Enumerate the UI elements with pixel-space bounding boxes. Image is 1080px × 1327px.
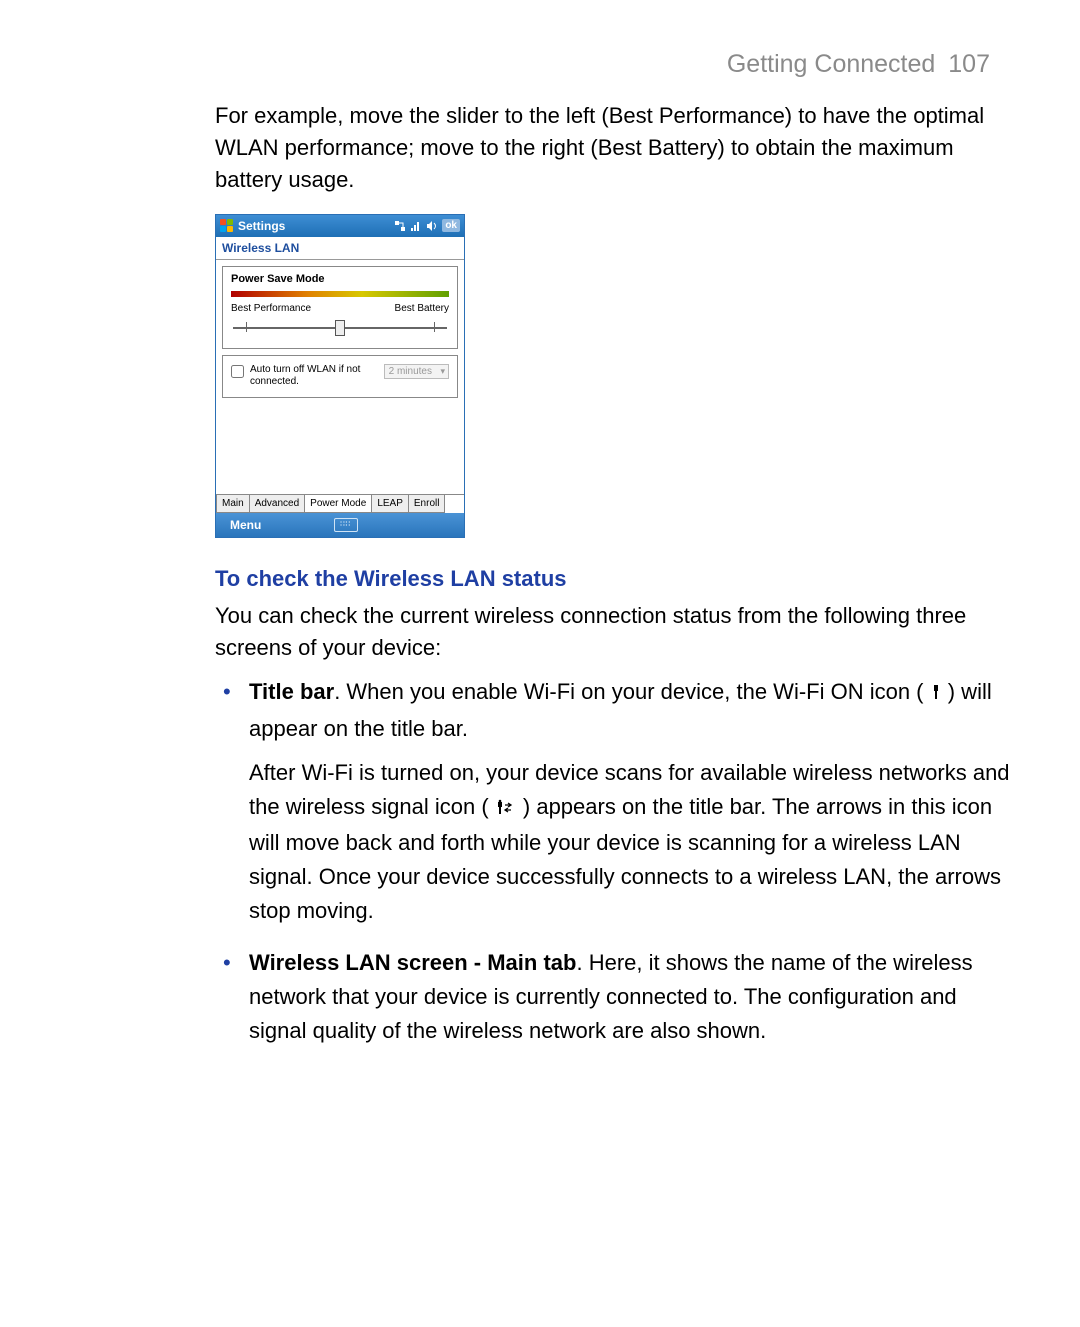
- auto-off-row: Auto turn off WLAN if not connected. 2 m…: [222, 355, 458, 398]
- tab-power-mode[interactable]: Power Mode: [304, 495, 372, 513]
- signal-icon[interactable]: [410, 220, 422, 232]
- power-save-panel: Power Save Mode Best Performance Best Ba…: [222, 266, 458, 349]
- tab-enroll[interactable]: Enroll: [408, 495, 446, 513]
- ok-button[interactable]: ok: [442, 219, 460, 232]
- bullet-title-bar: Title bar. When you enable Wi-Fi on your…: [215, 675, 1010, 928]
- bullet-main-tab: Wireless LAN screen - Main tab. Here, it…: [215, 946, 1010, 1048]
- connectivity-icon[interactable]: [394, 220, 406, 232]
- device-titlebar: Settings ok: [216, 215, 464, 237]
- page-header: Getting Connected 107: [727, 50, 990, 79]
- bullet-lead: Title bar: [249, 679, 334, 704]
- tab-advanced[interactable]: Advanced: [249, 495, 305, 513]
- section-name: Getting Connected: [727, 50, 935, 78]
- wifi-signal-icon: [495, 792, 517, 826]
- power-slider[interactable]: [233, 316, 447, 338]
- right-label: Best Battery: [395, 303, 449, 314]
- intro-paragraph: For example, move the slider to the left…: [215, 100, 1010, 196]
- tab-main[interactable]: Main: [216, 495, 250, 513]
- windows-logo-icon: [220, 219, 234, 233]
- tab-strip: Main Advanced Power Mode LEAP Enroll: [216, 494, 464, 513]
- screen-breadcrumb: Wireless LAN: [216, 237, 464, 260]
- page-number: 107: [948, 50, 990, 78]
- panel-title: Power Save Mode: [223, 267, 457, 289]
- blank-area: [216, 404, 464, 494]
- section-heading: To check the Wireless LAN status: [215, 566, 1010, 592]
- speaker-icon[interactable]: [426, 220, 438, 232]
- slider-thumb[interactable]: [335, 320, 345, 336]
- menu-button[interactable]: Menu: [216, 518, 275, 532]
- bullet-lead: Wireless LAN screen - Main tab: [249, 950, 576, 975]
- titlebar-title: Settings: [238, 219, 285, 233]
- gradient-bar: [231, 291, 449, 297]
- device-bottombar: Menu ∷∷: [216, 513, 464, 537]
- left-label: Best Performance: [231, 303, 311, 314]
- manual-page: Getting Connected 107 For example, move …: [0, 0, 1080, 1327]
- auto-off-checkbox[interactable]: [231, 365, 244, 378]
- device-screenshot: Settings ok Wireless LAN Power Save Mode…: [215, 214, 465, 538]
- tab-leap[interactable]: LEAP: [371, 495, 409, 513]
- bullet-list: Title bar. When you enable Wi-Fi on your…: [215, 675, 1010, 1048]
- auto-off-label: Auto turn off WLAN if not connected.: [250, 364, 378, 389]
- auto-off-dropdown[interactable]: 2 minutes: [384, 364, 449, 379]
- slider-labels: Best Performance Best Battery: [223, 303, 457, 314]
- wifi-on-icon: [930, 677, 942, 711]
- keyboard-icon[interactable]: ∷∷: [334, 518, 358, 532]
- section-intro: You can check the current wireless conne…: [215, 600, 1010, 664]
